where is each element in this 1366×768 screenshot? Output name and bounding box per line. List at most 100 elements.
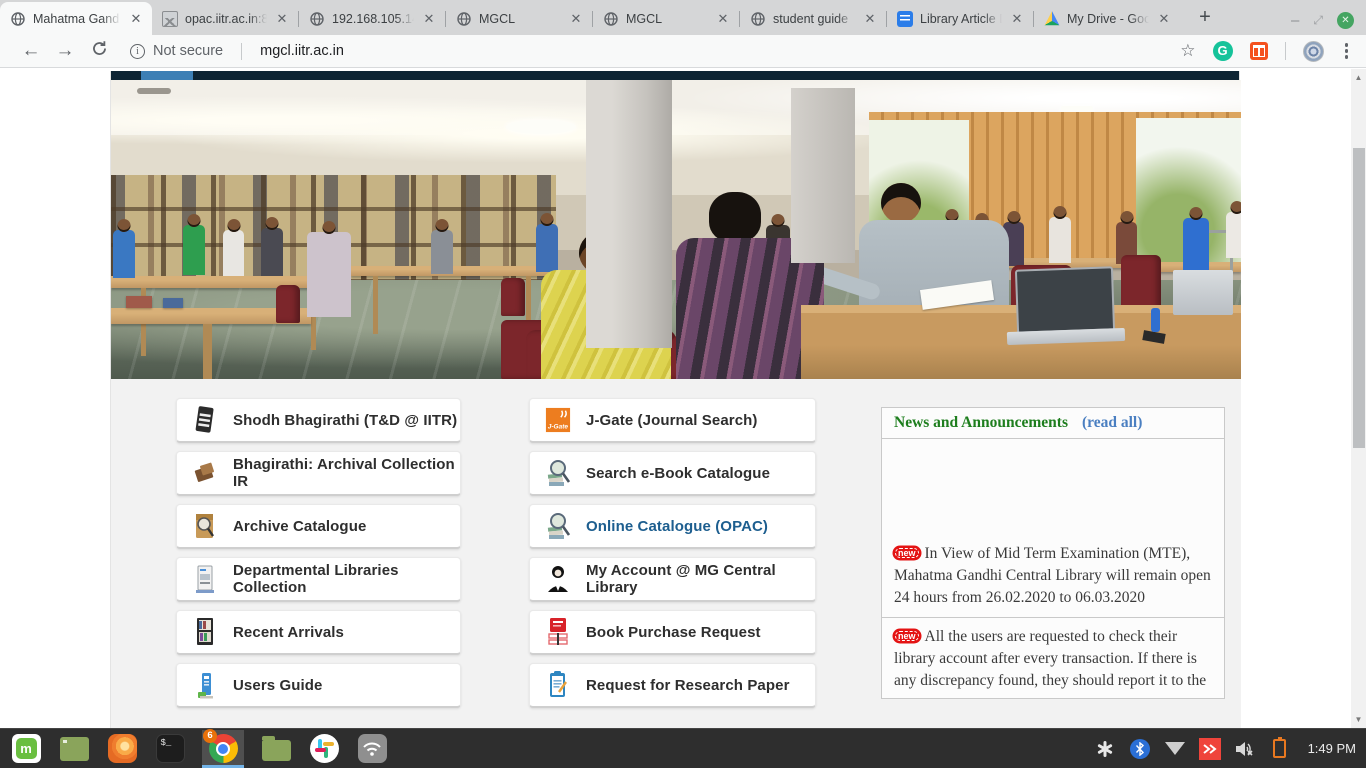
link-label: Online Catalogue (OPAC) <box>586 518 768 535</box>
link-label: My Account @ MG Central Library <box>586 562 815 596</box>
close-icon[interactable]: ✕ <box>862 11 878 27</box>
news-read-all-link[interactable]: (read all) <box>1082 414 1142 432</box>
tab-ip-address[interactable]: 192.168.105.14 ✕ <box>299 2 445 35</box>
mint-menu-button[interactable]: m <box>10 733 42 765</box>
wifi-icon <box>358 734 387 763</box>
scroll-down-arrow[interactable]: ▼ <box>1351 715 1366 724</box>
photo-person <box>113 230 135 278</box>
link-recent-arrivals[interactable]: Recent Arrivals <box>176 610 461 655</box>
battery-icon[interactable] <box>1269 738 1291 760</box>
close-icon[interactable]: ✕ <box>715 11 731 27</box>
tab-title: opac.iitr.ac.in:8 <box>185 12 267 26</box>
browser-menu-button[interactable] <box>1341 43 1353 59</box>
chrome-taskbar-button[interactable]: 6 <box>202 730 244 768</box>
bookmark-star-icon[interactable]: ☆ <box>1180 41 1195 61</box>
window-close-button[interactable]: ✕ <box>1337 12 1354 29</box>
network-tray-icon[interactable] <box>1164 738 1186 760</box>
slack-tray-icon[interactable] <box>1094 738 1116 760</box>
link-request-research-paper[interactable]: Request for Research Paper <box>529 663 816 708</box>
news-header: News and Announcements (read all) <box>882 408 1224 439</box>
minimize-button[interactable]: – <box>1291 12 1299 29</box>
file-manager-launcher[interactable] <box>260 733 292 765</box>
forward-button[interactable]: → <box>48 40 82 62</box>
photo-person-head <box>709 192 761 242</box>
link-jgate[interactable]: J-Gate J-Gate (Journal Search) <box>529 398 816 443</box>
link-users-guide[interactable]: Users Guide <box>176 663 461 708</box>
close-icon[interactable]: ✕ <box>421 11 437 27</box>
system-taskbar: m $_ 6 1:49 PM <box>0 728 1366 768</box>
browser-tab-bar: Mahatma Gand ✕ opac.iitr.ac.in:8 ✕ 192.1… <box>0 0 1366 35</box>
firefox-launcher[interactable] <box>106 733 138 765</box>
close-icon[interactable]: ✕ <box>128 11 144 27</box>
photo-table <box>111 276 339 288</box>
tab-mgcl-2[interactable]: MGCL ✕ <box>593 2 739 35</box>
refresh-icon <box>91 40 108 57</box>
tab-student-guide[interactable]: student guide ✕ <box>740 2 886 35</box>
user-icon <box>545 564 571 594</box>
slack-launcher[interactable] <box>308 733 340 765</box>
link-label: J-Gate (Journal Search) <box>586 412 758 429</box>
photo-book <box>163 298 183 308</box>
back-button[interactable]: ← <box>14 40 48 62</box>
table-extension-icon[interactable] <box>1250 42 1268 60</box>
tab-mahatma-gandhi[interactable]: Mahatma Gand ✕ <box>0 2 152 35</box>
page-content: Shodh Bhagirathi (T&D @ IITR) Bhagirathi… <box>110 71 1240 728</box>
clipboard-pencil-icon <box>545 670 571 700</box>
tab-title: MGCL <box>479 12 561 26</box>
new-badge: new <box>894 547 920 559</box>
close-icon[interactable]: ✕ <box>1009 11 1025 27</box>
new-tab-button[interactable]: + <box>1192 6 1218 29</box>
tab-opac[interactable]: opac.iitr.ac.in:8 ✕ <box>152 2 298 35</box>
photo-person <box>183 225 205 275</box>
svg-text:J-Gate: J-Gate <box>548 423 569 430</box>
link-archive-catalogue[interactable]: Archive Catalogue <box>176 504 461 549</box>
link-label: Recent Arrivals <box>233 624 344 641</box>
anydesk-tray-icon[interactable] <box>1199 738 1221 760</box>
volume-muted-icon[interactable] <box>1234 738 1256 760</box>
link-online-catalogue-opac[interactable]: Online Catalogue (OPAC) <box>529 504 816 549</box>
link-label: Search e-Book Catalogue <box>586 465 770 482</box>
terminal-launcher[interactable]: $_ <box>154 733 186 765</box>
photo-person <box>223 230 244 276</box>
taskbar-clock[interactable]: 1:49 PM <box>1308 741 1356 756</box>
tab-library-article[interactable]: Library Article D ✕ <box>887 2 1033 35</box>
show-desktop-button[interactable] <box>58 733 90 765</box>
refresh-button[interactable] <box>82 40 116 63</box>
photo-person <box>261 228 283 276</box>
url-separator <box>241 43 242 60</box>
book-form-icon <box>545 617 571 647</box>
site-navbar-edge <box>111 71 1239 80</box>
maximize-button[interactable]: ⤢ <box>1313 13 1323 28</box>
photo-table-leg <box>373 276 378 334</box>
link-departmental-libraries[interactable]: Departmental Libraries Collection <box>176 557 461 602</box>
link-my-account[interactable]: My Account @ MG Central Library <box>529 557 816 602</box>
link-bhagirathi-archival[interactable]: Bhagirathi: Archival Collection IR <box>176 451 461 496</box>
link-shodh-bhagirathi[interactable]: Shodh Bhagirathi (T&D @ IITR) <box>176 398 461 443</box>
close-icon[interactable]: ✕ <box>1156 11 1172 27</box>
link-book-purchase-request[interactable]: Book Purchase Request <box>529 610 816 655</box>
scrollbar-thumb[interactable] <box>1353 148 1365 448</box>
profile-avatar[interactable] <box>1303 41 1324 62</box>
browser-scrollbar[interactable]: ▲ ▼ <box>1351 69 1366 728</box>
close-icon[interactable]: ✕ <box>568 11 584 27</box>
tab-my-drive[interactable]: My Drive - Goo ✕ <box>1034 2 1180 35</box>
news-item-text: In View of Mid Term Examination (MTE), M… <box>894 545 1211 606</box>
photo-light <box>506 120 576 134</box>
scroll-up-arrow[interactable]: ▲ <box>1351 73 1366 82</box>
news-title: News and Announcements <box>894 414 1068 432</box>
photo-pillar <box>586 80 672 348</box>
photo-person <box>307 232 351 317</box>
link-label: Users Guide <box>233 677 322 694</box>
terminal-icon: $_ <box>156 734 185 763</box>
url-field[interactable]: i Not secure mgcl.iitr.ac.in <box>130 43 344 60</box>
tab-mgcl-1[interactable]: MGCL ✕ <box>446 2 592 35</box>
bluetooth-tray-icon[interactable] <box>1129 738 1151 760</box>
desktop-icon <box>60 737 89 761</box>
link-search-ebook-catalogue[interactable]: Search e-Book Catalogue <box>529 451 816 496</box>
close-icon[interactable]: ✕ <box>274 11 290 27</box>
photo-pillar <box>791 88 855 263</box>
thesis-book-icon <box>192 405 218 435</box>
photo-chair <box>276 285 300 323</box>
network-tool-launcher[interactable] <box>356 733 388 765</box>
grammarly-extension-icon[interactable]: G <box>1213 41 1233 61</box>
